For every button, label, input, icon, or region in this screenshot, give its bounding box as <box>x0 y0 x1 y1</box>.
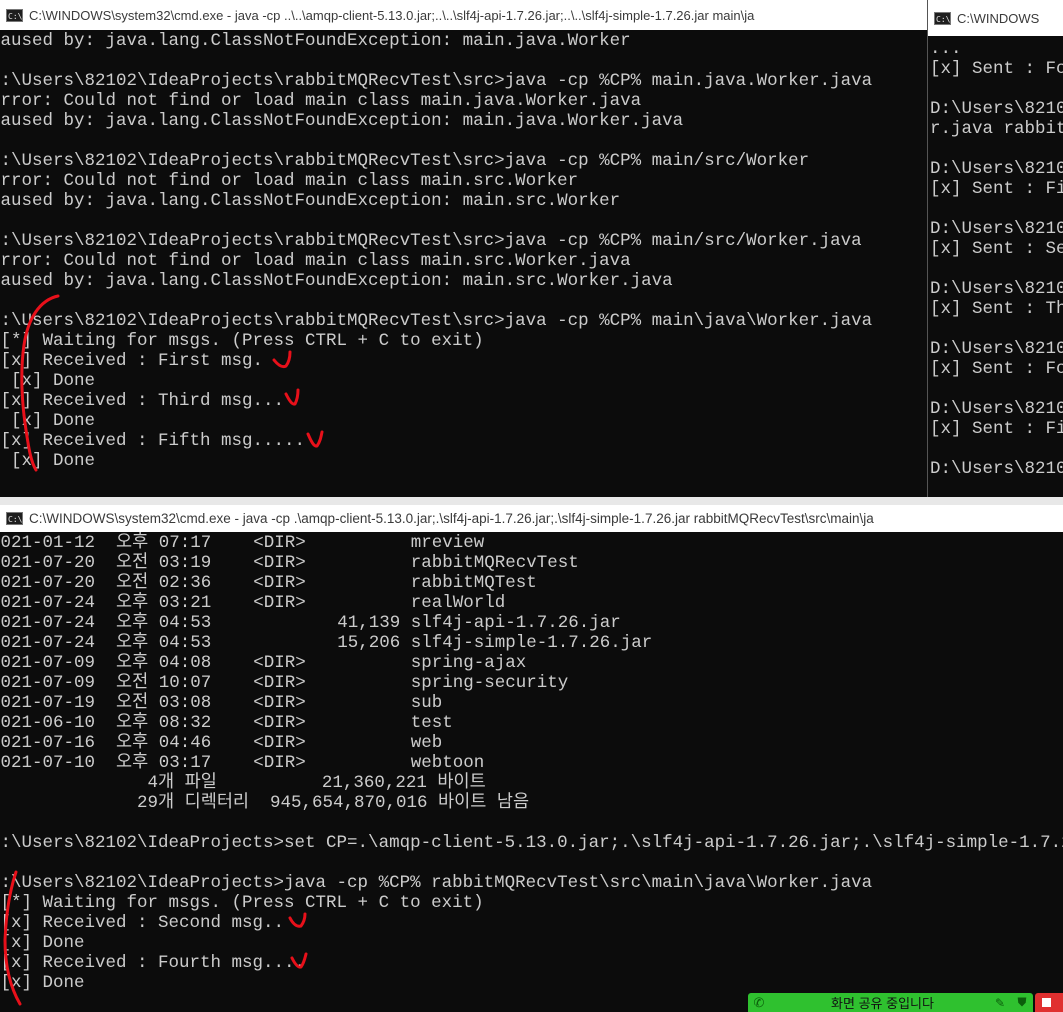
screen-share-bar[interactable]: ✆ 화면 공유 중입니다 ✎ ⛊ <box>748 993 1033 1012</box>
terminal-line: [*] Waiting for msgs. (Press CTRL + C to… <box>0 331 484 351</box>
terminal-line: [x] Received : Third msg... <box>0 391 285 411</box>
terminal-line: Caused by: java.lang.ClassNotFoundExcept… <box>0 111 684 131</box>
terminal-line: 2021-07-09 오전 10:07 <DIR> spring-securit… <box>0 673 569 693</box>
terminal-line: [x] Sent : Fif <box>930 419 1063 439</box>
terminal-line: D:\Users\82102\IdeaProjects\rabbitMQRecv… <box>0 151 810 171</box>
window-titlebar[interactable]: C:\ C:\WINDOWS\system32\cmd.exe - java -… <box>0 0 927 30</box>
terminal-line: [x] Received : Fifth msg..... <box>0 431 306 451</box>
terminal-line: D:\Users\82102 <box>930 99 1063 119</box>
cmd-window-worker-2[interactable]: C:\ C:\WINDOWS\system32\cmd.exe - java -… <box>0 505 1063 1012</box>
screen-share-label: 화면 공유 중입니다 <box>831 996 934 1011</box>
terminal-line: 4개 파일 21,360,221 바이트 <box>0 773 486 793</box>
terminal-line: 2021-07-24 오후 04:53 15,206 slf4j-simple-… <box>0 633 653 653</box>
terminal-line: 2021-07-20 오전 03:19 <DIR> rabbitMQRecvTe… <box>0 553 579 573</box>
cmd-window-worker-1[interactable]: C:\ C:\WINDOWS\system32\cmd.exe - java -… <box>0 0 927 497</box>
terminal-line: D:\Users\82102 <box>930 159 1063 179</box>
terminal-line: D:\Users\82102 <box>930 399 1063 419</box>
terminal-line: [x] Done <box>0 371 96 391</box>
terminal-line: r.java rabbitM <box>930 119 1063 139</box>
terminal-line: D:\Users\82102 <box>930 279 1063 299</box>
terminal-output[interactable]: 2021-01-12 오후 07:17 <DIR> mreview 2021-07… <box>0 533 1063 993</box>
terminal-line: [x] Received : Second msg.. <box>0 913 285 933</box>
terminal-line: Error: Could not find or load main class… <box>0 171 579 191</box>
terminal-line: 2021-07-16 오후 04:46 <DIR> web <box>0 733 443 753</box>
shield-icon[interactable]: ⛊ <box>1011 995 1033 1010</box>
window-title: C:\WINDOWS <box>957 10 1040 26</box>
terminal-line: [x] Done <box>0 451 96 471</box>
terminal-line: [x] Sent : Th <box>930 299 1063 319</box>
terminal-line: [x] Sent : Fou <box>930 59 1063 79</box>
terminal-output[interactable]: ... [x] Sent : Fou D:\Users\82102 r.java r… <box>930 39 1063 479</box>
pen-icon[interactable]: ✎ <box>989 996 1011 1010</box>
terminal-line: [x] Received : Fourth msg.... <box>0 953 306 973</box>
terminal-line: D:\Users\82102\IdeaProjects>java -cp %CP… <box>0 873 873 893</box>
window-titlebar[interactable]: C:\ C:\WINDOWS <box>928 0 1063 36</box>
terminal-line: D:\Users\82102\IdeaProjects\rabbitMQRecv… <box>0 71 873 91</box>
terminal-line: 2021-01-12 오후 07:17 <DIR> mreview <box>0 533 485 553</box>
window-title: C:\WINDOWS\system32\cmd.exe - java -cp .… <box>29 7 755 23</box>
terminal-line: [x] Sent : Fou <box>930 359 1063 379</box>
terminal-line: Caused by: java.lang.ClassNotFoundExcept… <box>0 31 631 51</box>
terminal-line: Error: Could not find or load main class… <box>0 251 631 271</box>
terminal-line: [x] Received : First msg. <box>0 351 264 371</box>
cmd-icon: C:\ <box>6 512 23 525</box>
terminal-line: D:\Users\82102\IdeaProjects>set CP=.\amq… <box>0 833 1063 853</box>
terminal-line: 2021-07-19 오전 03:08 <DIR> sub <box>0 693 443 713</box>
terminal-line: D:\Users\82102\IdeaProjects\rabbitMQRecv… <box>0 231 862 251</box>
terminal-line: 29개 디렉터리 945,654,870,016 바이트 남음 <box>0 793 530 813</box>
terminal-line: [x] Done <box>0 933 85 953</box>
terminal-line: 2021-07-24 오후 04:53 41,139 slf4j-api-1.7… <box>0 613 621 633</box>
terminal-line: [x] Done <box>0 973 85 993</box>
terminal-line: [x] Sent : Fir <box>930 179 1063 199</box>
terminal-line: Caused by: java.lang.ClassNotFoundExcept… <box>0 191 621 211</box>
terminal-line: 2021-06-10 오후 08:32 <DIR> test <box>0 713 453 733</box>
terminal-line: D:\Users\82102 <box>930 339 1063 359</box>
terminal-line: 2021-07-24 오후 03:21 <DIR> realWorld <box>0 593 506 613</box>
terminal-line: ... <box>930 39 962 59</box>
terminal-line: [x] Done <box>0 411 96 431</box>
terminal-line: Error: Could not find or load main class… <box>0 91 642 111</box>
terminal-line: Caused by: java.lang.ClassNotFoundExcept… <box>0 271 673 291</box>
phone-icon[interactable]: ✆ <box>748 995 770 1011</box>
terminal-line: [*] Waiting for msgs. (Press CTRL + C to… <box>0 893 484 913</box>
terminal-output[interactable]: Caused by: java.lang.ClassNotFoundExcept… <box>0 31 927 471</box>
window-title: C:\WINDOWS\system32\cmd.exe - java -cp .… <box>29 511 874 526</box>
terminal-line: D:\Users\82102 <box>930 459 1063 479</box>
cmd-icon: C:\ <box>934 11 951 25</box>
window-titlebar[interactable]: C:\ C:\WINDOWS\system32\cmd.exe - java -… <box>0 505 1063 532</box>
terminal-line: 2021-07-09 오후 04:08 <DIR> spring-ajax <box>0 653 527 673</box>
terminal-line: 2021-07-10 오후 03:17 <DIR> webtoon <box>0 753 485 773</box>
terminal-line: [x] Sent : Sec <box>930 239 1063 259</box>
cmd-icon: C:\ <box>6 8 23 22</box>
stop-share-button[interactable] <box>1035 993 1063 1012</box>
cmd-window-sender[interactable]: C:\ C:\WINDOWS ... [x] Sent : Fou D:\User… <box>927 0 1063 497</box>
stop-icon <box>1042 998 1051 1007</box>
desktop-gap <box>0 497 1063 505</box>
terminal-line: D:\Users\82102 <box>930 219 1063 239</box>
terminal-line: D:\Users\82102\IdeaProjects\rabbitMQRecv… <box>0 311 873 331</box>
terminal-line: 2021-07-20 오전 02:36 <DIR> rabbitMQTest <box>0 573 537 593</box>
